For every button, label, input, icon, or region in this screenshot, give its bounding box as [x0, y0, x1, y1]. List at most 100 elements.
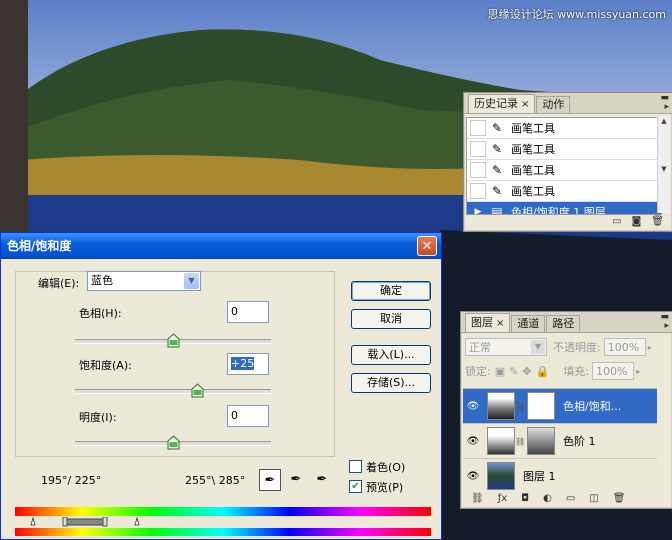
snapshot-checkbox[interactable] — [470, 183, 486, 199]
eye-icon[interactable]: 👁 — [463, 471, 483, 482]
history-item[interactable]: ✎ 画笔工具 — [467, 139, 661, 160]
hue-input[interactable]: 0 — [227, 301, 269, 323]
range-left-readout: 195°/ 225° — [41, 474, 102, 487]
range-right-readout: 255°\ 285° — [185, 474, 246, 487]
colorize-label: 着色(O) — [366, 461, 406, 474]
adjustment-thumbnail — [487, 392, 515, 420]
saturation-label: 饱和度(A): — [79, 359, 132, 372]
fill-field[interactable]: 100% — [591, 362, 634, 380]
chevron-right-icon[interactable]: ▸ — [636, 367, 640, 376]
adjustment-thumbnail — [487, 427, 515, 455]
saturation-slider-thumb[interactable] — [191, 383, 204, 398]
history-list: ✎ 画笔工具 ✎ 画笔工具 ✎ 画笔工具 ✎ 画笔工具 ▶ ▤ 色相/饱和度 1… — [466, 117, 662, 215]
add-mask-icon[interactable]: ◘ — [521, 493, 529, 504]
fx-icon[interactable]: ƒx — [498, 493, 507, 504]
mask-thumbnail[interactable] — [527, 427, 555, 455]
new-layer-icon[interactable]: ◫ — [589, 493, 598, 504]
history-footer: ▭ ◙ 🗑 — [464, 213, 672, 230]
layer-row[interactable]: 👁 图层 1 — [463, 459, 657, 491]
folder-icon[interactable]: ▭ — [566, 493, 575, 504]
preview-label: 预览(P) — [366, 481, 404, 494]
lightness-slider-thumb[interactable] — [167, 435, 180, 450]
history-item[interactable]: ✎ 画笔工具 — [467, 118, 661, 139]
range-handle-left-icon — [30, 517, 36, 526]
range-handle-inner-right-icon — [102, 517, 108, 527]
input-color-bar — [15, 507, 431, 516]
history-panel-tabs: 历史记录 × 动作 ▬ ▸ — [464, 93, 672, 114]
lightness-input[interactable]: 0 — [227, 405, 269, 427]
layer-thumbnail — [487, 462, 515, 490]
load-button[interactable]: 载入(L)... — [351, 345, 431, 365]
close-icon[interactable]: × — [496, 318, 504, 329]
layer-row[interactable]: 👁 ⛓ 色相/饱和... — [463, 389, 657, 424]
colorize-checkbox[interactable] — [349, 460, 362, 473]
lock-all-icon[interactable]: 🔒 — [536, 365, 550, 378]
chevron-down-icon: ▼ — [531, 340, 545, 354]
adjustment-icon[interactable]: ◐ — [543, 493, 552, 504]
lock-transparent-icon[interactable]: ▣ — [495, 365, 505, 378]
layers-list: 👁 ⛓ 色相/饱和... 👁 ⛓ 色阶 1 👁 图层 1 — [463, 388, 657, 491]
range-handle-right-icon — [134, 517, 140, 526]
hue-label: 色相(H): — [79, 307, 122, 320]
hue-saturation-dialog: 色相/饱和度 ✕ 编辑(E): 蓝色 ▼ 色相(H): 0 饱和度(A): +2… — [0, 232, 442, 540]
eye-icon[interactable]: 👁 — [463, 436, 483, 447]
blend-row: 正常 ▼ 不透明度: 100% ▸ — [465, 338, 652, 356]
layers-panel-tabs: 图层 × 通道 路径 ▬ ▸ — [461, 312, 672, 333]
tab-paths[interactable]: 路径 — [546, 315, 581, 332]
save-button[interactable]: 存储(S)... — [351, 373, 431, 393]
snapshot-checkbox[interactable] — [470, 120, 486, 136]
brush-icon: ✎ — [491, 163, 503, 177]
panel-menu-icon[interactable]: ▸ — [664, 321, 669, 331]
lock-pixels-icon[interactable]: ✎ — [509, 365, 518, 378]
eyedropper-icon[interactable]: ✒ — [259, 469, 281, 491]
tab-layers[interactable]: 图层 × — [465, 313, 511, 332]
layers-footer: ⛓ ƒx ◘ ◐ ▭ ◫ 🗑 — [461, 490, 672, 507]
brush-icon: ✎ — [491, 142, 503, 156]
close-button[interactable]: ✕ — [417, 236, 437, 256]
tab-history[interactable]: 历史记录 × — [468, 94, 536, 113]
trash-icon[interactable]: 🗑 — [613, 493, 626, 504]
saturation-input[interactable]: +25 — [227, 353, 269, 375]
blend-mode-select[interactable]: 正常 ▼ — [465, 338, 547, 356]
layers-panel: 图层 × 通道 路径 ▬ ▸ 正常 ▼ 不透明度: 100% ▸ 锁定: ▣ ✎ … — [460, 311, 672, 509]
eyedropper-minus-icon[interactable]: ✒ — [311, 469, 333, 491]
link-icon[interactable]: ⛓ — [515, 402, 525, 411]
trash-icon[interactable]: 🗑 — [651, 216, 664, 227]
snapshot-checkbox[interactable] — [470, 141, 486, 157]
brush-icon: ✎ — [491, 184, 503, 198]
lock-row: 锁定: ▣ ✎ ✥ 🔒 填充: 100% ▸ — [465, 362, 640, 380]
opacity-field[interactable]: 100% — [603, 338, 646, 356]
panel-menu-icon[interactable]: ▸ — [664, 102, 669, 112]
lock-position-icon[interactable]: ✥ — [522, 365, 531, 378]
layer-row[interactable]: 👁 ⛓ 色阶 1 — [463, 424, 657, 459]
tab-actions[interactable]: 动作 — [536, 96, 571, 113]
eye-icon[interactable]: 👁 — [463, 401, 483, 412]
tab-channels[interactable]: 通道 — [511, 315, 546, 332]
history-item[interactable]: ✎ 画笔工具 — [467, 160, 661, 181]
preview-checkbox[interactable]: ✔ — [349, 480, 362, 493]
close-icon[interactable]: × — [521, 99, 529, 110]
dialog-titlebar[interactable]: 色相/饱和度 ✕ — [1, 233, 441, 259]
chevron-right-icon[interactable]: ▸ — [648, 343, 652, 352]
range-selector[interactable] — [15, 517, 431, 527]
snapshot-checkbox[interactable] — [470, 162, 486, 178]
link-icon[interactable]: ⛓ — [515, 437, 525, 446]
history-item[interactable]: ✎ 画笔工具 — [467, 181, 661, 202]
chevron-down-icon: ▼ — [184, 273, 199, 289]
edit-select[interactable]: 蓝色 ▼ — [87, 271, 201, 291]
hue-slider-thumb[interactable] — [167, 333, 180, 348]
camera-icon[interactable]: ◙ — [632, 216, 642, 227]
ok-button[interactable]: 确定 — [351, 281, 431, 301]
output-color-bar — [15, 528, 431, 536]
range-handle-inner-left-icon — [62, 517, 68, 527]
history-panel: 历史记录 × 动作 ▬ ▸ ✎ 画笔工具 ✎ 画笔工具 ✎ 画笔工具 ✎ 画笔工具 — [463, 92, 672, 232]
history-scrollbar[interactable]: ▲ ▼ — [657, 117, 670, 213]
cancel-button[interactable]: 取消 — [351, 309, 431, 329]
saturation-slider-track[interactable] — [75, 389, 271, 394]
link-layers-icon[interactable]: ⛓ — [471, 493, 484, 504]
eyedropper-plus-icon[interactable]: ✒ — [285, 469, 307, 491]
edit-label: 编辑(E): — [38, 277, 80, 290]
adjustment-group — [15, 271, 335, 457]
new-document-icon[interactable]: ▭ — [612, 216, 621, 227]
mask-thumbnail[interactable] — [527, 392, 555, 420]
